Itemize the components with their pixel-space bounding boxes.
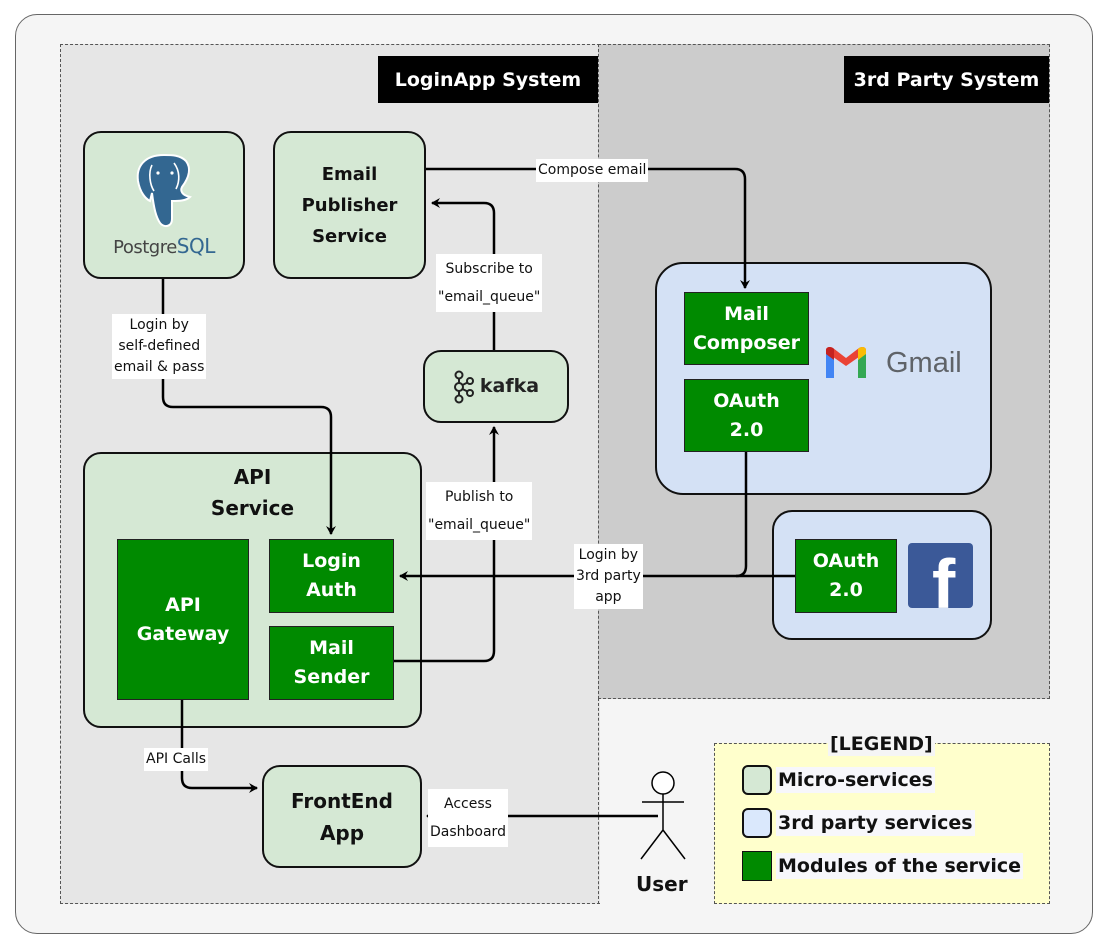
mail-sender-module[interactable]: Mail Sender	[269, 626, 394, 700]
login-auth-label-line2: Auth	[306, 579, 357, 601]
publish-label: Publish to "email_queue"	[426, 482, 533, 540]
login-auth-module[interactable]: Login Auth	[269, 539, 394, 613]
api-service-title-line1: API	[233, 465, 272, 489]
frontend-label-line2: App	[319, 820, 365, 845]
facebook-oauth-label-line2: 2.0	[829, 579, 863, 601]
mail-composer-label-line1: Mail	[724, 302, 769, 325]
access-dashboard-label: Access Dashboard	[428, 789, 508, 847]
api-gateway-label-line1: API	[165, 593, 201, 616]
gmail-mail-composer-module[interactable]: Mail Composer	[684, 292, 809, 365]
kafka-label: kafka	[479, 375, 540, 397]
login-self-label-line3: email & pass	[114, 359, 205, 375]
api-service-title-line2: Service	[210, 496, 295, 520]
subscribe-label: Subscribe to "email_queue"	[436, 254, 543, 312]
postgresql-service[interactable]: PostgreSQL	[83, 131, 245, 279]
login-self-label-line1: Login by	[129, 317, 189, 333]
mail-sender-label-line1: Mail	[309, 637, 354, 659]
api-gateway-module[interactable]: API Gateway	[117, 539, 249, 700]
kafka-icon	[453, 370, 474, 403]
legend-title: [LEGEND]	[828, 732, 935, 756]
facebook-f-glyph: f	[932, 545, 956, 608]
subscribe-label-line1: Subscribe to	[445, 261, 533, 277]
gmail-oauth-label-line1: OAuth	[713, 389, 780, 412]
email-publisher-label-line3: Service	[312, 225, 387, 247]
legend-item-micro-services: Micro-services	[742, 765, 1023, 795]
subscribe-label-line2: "email_queue"	[438, 289, 541, 305]
postgresql-brand-prefix: Postgre	[113, 237, 177, 258]
gmail-logo: Gmail	[824, 346, 962, 380]
legend-label-micro-services: Micro-services	[776, 767, 935, 793]
publish-label-line1: Publish to	[444, 489, 514, 505]
api-service-title: API Service	[85, 462, 420, 524]
gmail-oauth-module[interactable]: OAuth 2.0	[684, 379, 809, 452]
loginapp-system-title: LoginApp System	[378, 56, 598, 103]
facebook-icon: f	[908, 543, 973, 608]
kafka-service[interactable]: kafka	[423, 350, 569, 423]
api-calls-label: API Calls	[144, 748, 209, 771]
frontend-label-line1: FrontEnd	[290, 788, 393, 813]
third-party-system-title: 3rd Party System	[844, 56, 1049, 103]
postgresql-elephant-icon	[136, 153, 192, 228]
legend-swatch-3rd-party-services	[742, 808, 772, 838]
legend-list: Micro-services 3rd party services Module…	[742, 765, 1024, 881]
api-calls-label-line1: API Calls	[146, 751, 207, 767]
postgresql-brand-suffix: SQL	[176, 234, 216, 258]
loginapp-zone-border	[598, 698, 599, 904]
login-auth-label-line1: Login	[302, 550, 361, 572]
login-3rd-party-label: Login by 3rd party app	[574, 544, 643, 609]
legend-label-modules: Modules of the service	[776, 853, 1024, 879]
mail-sender-label-line2: Sender	[293, 666, 370, 688]
login-3rd-label-line2: 3rd party	[576, 568, 641, 584]
api-gateway-label-line2: Gateway	[136, 622, 230, 645]
legend-swatch-micro-services	[742, 765, 772, 795]
facebook-oauth-module[interactable]: OAuth 2.0	[795, 539, 897, 613]
gmail-oauth-label-line2: 2.0	[729, 418, 764, 441]
login-self-defined-label: Login by self-defined email & pass	[112, 314, 207, 379]
email-publisher-label-line1: Email	[321, 163, 378, 185]
postgresql-logo-text: PostgreSQL	[113, 235, 215, 259]
gmail-icon	[826, 346, 866, 378]
user-label: User	[636, 872, 688, 896]
publish-label-line2: "email_queue"	[428, 517, 531, 533]
login-3rd-label-line3: app	[595, 589, 622, 605]
compose-email-label: Compose email	[536, 159, 649, 182]
legend-label-3rd-party-services: 3rd party services	[776, 810, 975, 836]
access-dashboard-label-line1: Access	[444, 796, 492, 812]
email-publisher-label-line2: Publisher	[301, 194, 398, 216]
access-dashboard-label-line2: Dashboard	[430, 824, 506, 840]
legend-swatch-modules	[742, 851, 772, 881]
gmail-brand-text: Gmail	[886, 346, 962, 379]
facebook-oauth-label-line1: OAuth	[812, 550, 880, 572]
frontend-app-service[interactable]: FrontEnd App	[262, 765, 422, 868]
login-self-label-line2: self-defined	[118, 338, 201, 354]
legend-item-3rd-party-services: 3rd party services	[742, 808, 1023, 838]
legend-item-modules: Modules of the service	[742, 851, 1024, 881]
compose-email-label-line1: Compose email	[538, 162, 647, 178]
email-publisher-service[interactable]: Email Publisher Service	[273, 131, 426, 279]
login-3rd-label-line1: Login by	[578, 547, 639, 563]
mail-composer-label-line2: Composer	[692, 331, 800, 354]
